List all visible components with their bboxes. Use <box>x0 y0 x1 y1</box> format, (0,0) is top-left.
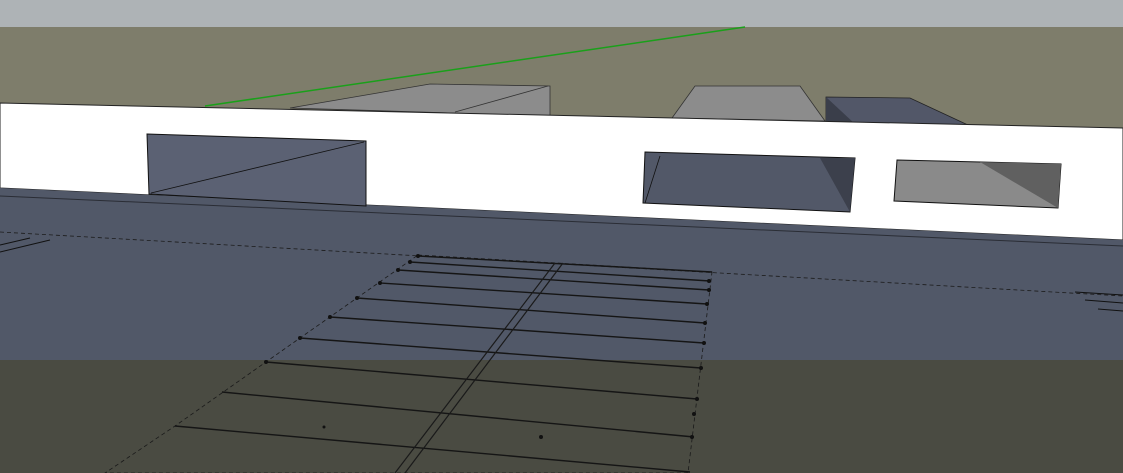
roof-box-2[interactable] <box>671 85 826 122</box>
parapet-opening-1[interactable] <box>146 133 367 207</box>
scene-canvas[interactable] <box>0 0 1123 473</box>
ground <box>0 360 1123 473</box>
3d-viewport[interactable] <box>0 0 1123 473</box>
sky-top-band <box>0 0 1123 27</box>
